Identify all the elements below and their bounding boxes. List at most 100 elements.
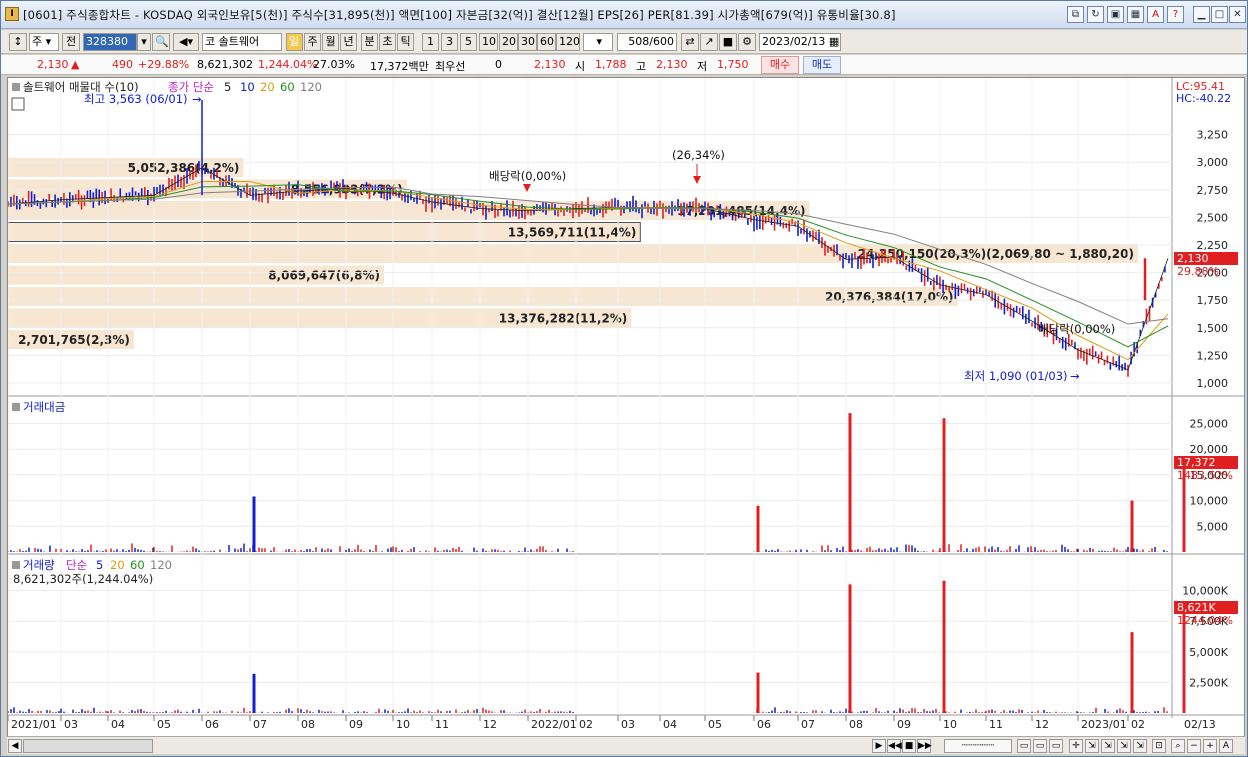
help-icon[interactable]: ? — [1167, 6, 1184, 23]
pane-toggle-icon[interactable] — [12, 83, 20, 91]
price-tick-label: 1,250 — [1197, 349, 1229, 362]
period-week[interactable]: 주 — [304, 33, 321, 51]
vol-ma120-label: 120 — [150, 558, 172, 572]
amount-tag: 17,372 — [1177, 456, 1216, 469]
line-tool-icon[interactable]: ↗ — [700, 33, 718, 51]
time-tick-label: 2023/01 — [1081, 718, 1127, 731]
grid-icon[interactable]: ▦ — [1127, 6, 1144, 23]
trend-tool-3-icon[interactable]: ⇲ — [1117, 739, 1131, 753]
trend-tool-2-icon[interactable]: ⇲ — [1101, 739, 1115, 753]
chart-toolbar: ↕ 주 ▾ 전 328380 ▾ 🔍 ◀▾ 코 솔트웨어 일 주 월 년 분 초… — [1, 30, 1247, 54]
high-arrow-icon: → — [192, 92, 202, 106]
interval-3[interactable]: 3 — [441, 33, 458, 51]
volume-ma-label: 단순 — [66, 558, 87, 572]
low-price: 1,750 — [717, 58, 749, 71]
scroll-thumb[interactable] — [23, 739, 153, 753]
interval-5[interactable]: 5 — [460, 33, 477, 51]
sell-button[interactable]: 매도 — [803, 56, 841, 74]
price-tick-label: 1,000 — [1197, 377, 1229, 390]
chart-window: I [0601] 주식종합차트 - KOSDAQ 외국인보유[5(천)] 주식수… — [0, 0, 1248, 757]
amount-tick-label: 25,000 — [1190, 417, 1229, 430]
close-button[interactable]: ✕ — [1229, 6, 1246, 23]
stop-icon[interactable]: ■ — [902, 739, 916, 753]
time-tick-label: 02 — [579, 718, 593, 731]
chart-svg[interactable]: 5,052,386(4,2%)8,556,903(7,2%)17,201,485… — [7, 78, 1244, 736]
ma60-label: 60 — [280, 80, 295, 94]
volume-profile-label: 2,701,765(2,3%) — [18, 333, 130, 347]
best-value: 0 — [495, 58, 502, 71]
volume-value: 8,621,302 — [197, 58, 253, 71]
ma10-label: 10 — [240, 80, 255, 94]
interval-60[interactable]: 60 — [537, 33, 556, 51]
period-day[interactable]: 일 — [286, 33, 303, 51]
time-tick-label: 10 — [943, 718, 957, 731]
count-display[interactable]: 508/600 — [617, 33, 677, 51]
title-bar: I [0601] 주식종합차트 - KOSDAQ 외국인보유[5(천)] 주식수… — [1, 1, 1247, 29]
volume-legend-title: 거래량 — [23, 558, 55, 572]
period-tick[interactable]: 틱 — [397, 33, 414, 51]
fast-forward-icon[interactable]: ▶▶ — [917, 739, 932, 753]
minimize-button[interactable]: ▁ — [1193, 6, 1210, 23]
settings-gear-icon[interactable]: ⚙ — [738, 33, 756, 51]
rewind-icon[interactable]: ◀◀ — [887, 739, 902, 753]
time-tick-label: 05 — [708, 718, 722, 731]
volume-pane-icon[interactable] — [12, 561, 20, 569]
zoom-icon[interactable]: ⌕ — [1171, 739, 1185, 753]
layout-2-icon[interactable]: ▭ — [1033, 739, 1047, 753]
time-tick-label: 2022/01 — [531, 718, 577, 731]
price-tag: 2,130 — [1177, 252, 1209, 265]
interval-20[interactable]: 20 — [499, 33, 518, 51]
layout-1-icon[interactable]: ▭ — [1017, 739, 1031, 753]
code-dropdown-icon[interactable]: ▾ — [137, 33, 151, 51]
vol-ma5-label: 5 — [96, 558, 103, 572]
time-scrollbar[interactable]: ◀ ▶ ◀◀ ■ ▶▶ ┄┄┄┄┄┄ ▭ ▭ ▭ ✛ ⇲ ⇲ ⇲ ⇲ ⊡ ⌕ −… — [7, 736, 1245, 754]
last-date-label: 02/13 — [1184, 718, 1216, 731]
refresh-icon[interactable]: ↻ — [1087, 6, 1104, 23]
trade-arrows-icon[interactable]: ⇄ — [681, 33, 699, 51]
custom-interval-select[interactable]: ▾ — [583, 33, 613, 51]
speed-slider[interactable]: ┄┄┄┄┄┄ — [944, 739, 1012, 753]
search-icon[interactable]: 🔍 — [152, 33, 170, 51]
stock-name-field[interactable]: 코 솔트웨어 — [202, 33, 282, 51]
trend-tool-4-icon[interactable]: ⇲ — [1133, 739, 1147, 753]
sound-icon[interactable]: ◀▾ — [173, 33, 199, 51]
link-icon[interactable]: ⧉ — [1067, 6, 1084, 23]
save-icon[interactable]: ■ — [719, 33, 737, 51]
chart-area[interactable]: 5,052,386(4,2%) 8,556,903(7,2%) 17,201,485… — [7, 77, 1245, 737]
stock-code-input[interactable]: 328380 — [83, 33, 137, 51]
market-type-select[interactable]: 주 ▾ — [29, 33, 59, 51]
date-input[interactable]: 2023/02/13 ▦ — [759, 33, 841, 51]
layout-3-icon[interactable]: ▭ — [1049, 739, 1063, 753]
time-tick-label: 02 — [1131, 718, 1145, 731]
prev-button[interactable]: 전 — [62, 33, 80, 51]
interval-10[interactable]: 10 — [479, 33, 498, 51]
price-tick-label: 3,000 — [1197, 156, 1229, 169]
price-tick-label: 3,250 — [1197, 129, 1229, 142]
buy-button[interactable]: 매수 — [761, 56, 799, 74]
period-year[interactable]: 년 — [340, 33, 357, 51]
maximize-button[interactable]: □ — [1211, 6, 1228, 23]
period-minute[interactable]: 분 — [361, 33, 378, 51]
font-size-icon[interactable]: A — [1219, 739, 1233, 753]
zoom-out-icon[interactable]: − — [1187, 739, 1201, 753]
capture-icon[interactable]: ⊡ — [1152, 739, 1166, 753]
interval-1[interactable]: 1 — [422, 33, 439, 51]
zoom-in-icon[interactable]: + — [1203, 739, 1217, 753]
time-tick-label: 11 — [435, 718, 449, 731]
play-forward-icon[interactable]: ▶ — [872, 739, 886, 753]
scroll-left-icon[interactable]: ◀ — [8, 739, 22, 753]
trend-tool-1-icon[interactable]: ⇲ — [1085, 739, 1099, 753]
crosshair-icon[interactable]: ✛ — [1069, 739, 1083, 753]
amount-pane-icon[interactable] — [12, 403, 20, 411]
period-month[interactable]: 월 — [322, 33, 339, 51]
period-second[interactable]: 초 — [379, 33, 396, 51]
copy-icon[interactable]: ▣ — [1107, 6, 1124, 23]
pin-icon[interactable]: ↕ — [9, 33, 27, 51]
interval-120[interactable]: 120 — [556, 33, 580, 51]
volume-profile-label: 8,069,647(6,8%) — [268, 269, 380, 283]
volume-tick-label: 10,000K — [1182, 585, 1228, 598]
font-icon[interactable]: A — [1147, 6, 1164, 23]
amount-tick-label: 10,000 — [1190, 495, 1229, 508]
interval-30[interactable]: 30 — [518, 33, 537, 51]
time-tick-label: 06 — [757, 718, 771, 731]
